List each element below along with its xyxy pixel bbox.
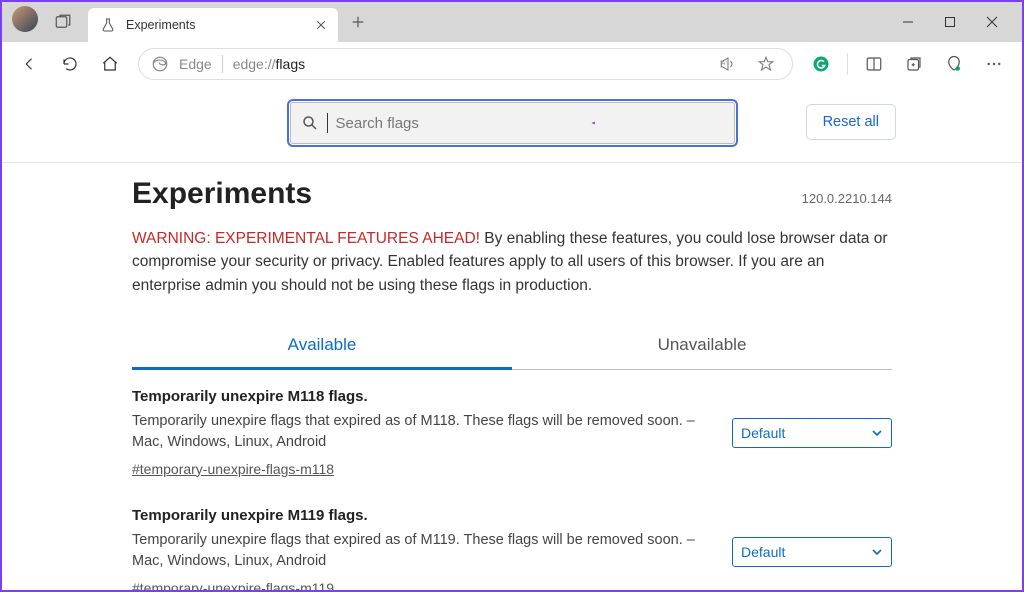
flag-item: Temporarily unexpire M119 flags. Tempora… [132, 489, 892, 590]
flag-item: Temporarily unexpire M118 flags. Tempora… [132, 370, 892, 489]
new-tab-button[interactable] [342, 6, 374, 38]
window-controls [900, 2, 1016, 42]
text-caret [327, 113, 328, 133]
browser-essentials-button[interactable] [936, 46, 972, 82]
collections-button[interactable] [896, 46, 932, 82]
flag-anchor-link[interactable]: #temporary-unexpire-flags-m119 [132, 580, 334, 590]
browser-toolbar: Edge edge://flags A⁾ [2, 42, 1022, 86]
page-content: Reset all Experiments 120.0.2210.144 WAR… [2, 86, 1022, 590]
tab-close-button[interactable] [312, 16, 330, 34]
flag-title: Temporarily unexpire M118 flags. [132, 388, 712, 405]
chevron-down-icon [871, 427, 883, 439]
favorite-button[interactable] [752, 50, 780, 78]
flag-anchor-link[interactable]: #temporary-unexpire-flags-m118 [132, 461, 334, 477]
chevron-down-icon [871, 546, 883, 558]
flag-description: Temporarily unexpire flags that expired … [132, 411, 712, 453]
address-divider [222, 55, 223, 73]
maximize-button[interactable] [942, 14, 958, 30]
extension-grammarly-icon[interactable] [803, 46, 839, 82]
window-titlebar: Experiments [2, 2, 1022, 42]
refresh-button[interactable] [52, 46, 88, 82]
flask-icon [100, 17, 116, 33]
home-button[interactable] [92, 46, 128, 82]
close-window-button[interactable] [984, 14, 1000, 30]
address-engine-label: Edge [179, 56, 212, 72]
flag-title: Temporarily unexpire M119 flags. [132, 507, 712, 524]
read-aloud-button[interactable]: A⁾ [714, 50, 742, 78]
tab-available[interactable]: Available [132, 323, 512, 370]
tab-unavailable[interactable]: Unavailable [512, 323, 892, 369]
search-row: Reset all [2, 86, 1022, 163]
search-flags-box[interactable] [290, 102, 735, 144]
split-screen-button[interactable] [856, 46, 892, 82]
warning-text: WARNING: EXPERIMENTAL FEATURES AHEAD! By… [132, 227, 892, 297]
address-bar[interactable]: Edge edge://flags A⁾ [138, 48, 793, 80]
tab-title: Experiments [126, 18, 302, 32]
profile-avatar[interactable] [12, 6, 38, 32]
version-label: 120.0.2210.144 [802, 191, 892, 206]
back-button[interactable] [12, 46, 48, 82]
search-icon [301, 114, 319, 132]
minimize-button[interactable] [900, 14, 916, 30]
edge-icon [151, 55, 169, 73]
flags-tabs: Available Unavailable [132, 323, 892, 370]
address-url: edge://flags [233, 56, 305, 72]
flag-state-select[interactable]: Default [732, 537, 892, 567]
browser-tab-active[interactable]: Experiments [88, 8, 338, 42]
search-input[interactable] [336, 115, 724, 132]
reset-all-button[interactable]: Reset all [806, 104, 896, 140]
flag-description: Temporarily unexpire flags that expired … [132, 530, 712, 572]
flag-state-select[interactable]: Default [732, 418, 892, 448]
page-title: Experiments [132, 177, 312, 211]
svg-text:A⁾: A⁾ [721, 59, 727, 66]
more-menu-button[interactable] [976, 46, 1012, 82]
workspaces-button[interactable] [48, 7, 78, 37]
